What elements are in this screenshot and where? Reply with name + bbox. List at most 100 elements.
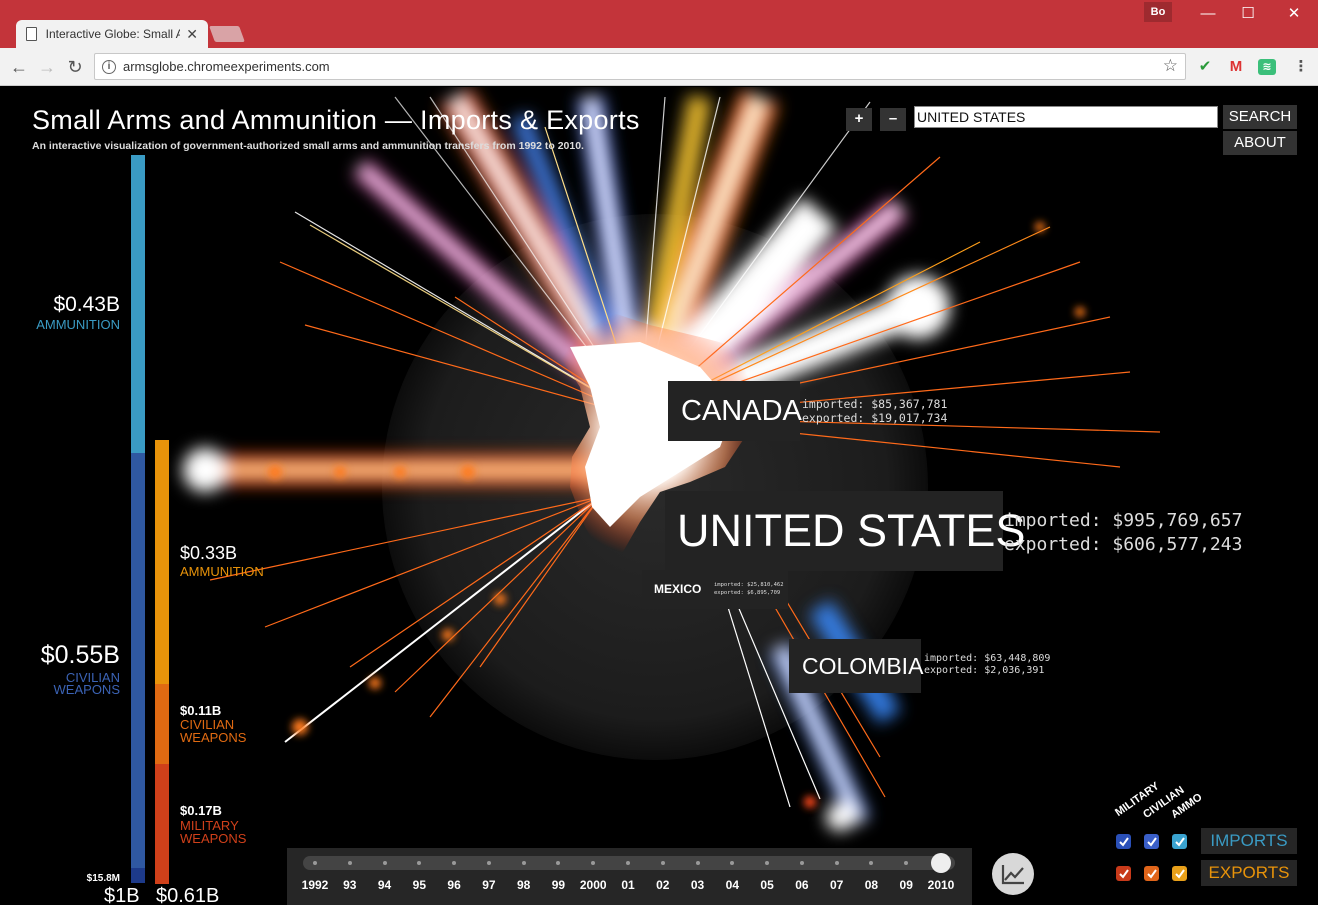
timeline-year-label[interactable]: 04 [715,878,749,892]
exports-ammo-checkbox[interactable] [1172,866,1187,881]
zoom-in-button[interactable]: + [846,108,872,131]
address-url[interactable]: armsglobe.chromeexperiments.com [123,59,330,74]
mexico-imported: imported: $25,810,462 [714,582,784,588]
exports-total-value: $0.61B [156,885,220,905]
timeline-tick[interactable] [347,861,352,865]
timeline-year-label[interactable]: 2010 [924,878,958,892]
timeline-tick[interactable] [695,861,700,865]
timeline-year-label[interactable]: 05 [750,878,784,892]
timeline-tick[interactable] [591,861,596,865]
maximize-button[interactable]: ☐ [1228,3,1268,25]
timeline-year-label[interactable]: 96 [437,878,471,892]
exports-military-label-2: WEAPONS [180,831,247,846]
forward-arrow-icon[interactable]: → [36,56,58,78]
timeline-handle[interactable] [931,853,951,873]
country-label-canada[interactable]: CANADA [668,381,802,441]
timeline-tick[interactable] [452,861,457,865]
usa-exported: exported: $606,577,243 [1004,534,1243,555]
timeline-year-label[interactable]: 07 [820,878,854,892]
close-window-button[interactable]: ✕ [1274,3,1314,25]
timeline-tick[interactable] [904,861,909,865]
timeline-year-label[interactable]: 09 [889,878,923,892]
timeline-year-label[interactable]: 93 [333,878,367,892]
timeline-tick[interactable] [765,861,770,865]
exports-military-checkbox[interactable] [1116,866,1131,881]
colombia-imported: imported: $63,448,809 [924,653,1051,664]
timeline-tick[interactable] [869,861,874,865]
timeline-tick[interactable] [486,861,491,865]
exports-civilian-checkbox[interactable] [1144,866,1159,881]
imports-military-checkbox[interactable] [1116,834,1131,849]
tab-close-icon[interactable]: ✕ [186,26,198,43]
timeline-year-label[interactable]: 03 [681,878,715,892]
imports-ammunition-label: AMMUNITION [36,317,120,332]
timeline-tick[interactable] [626,861,630,865]
exports-bar-segment-2 [155,764,169,884]
timeline-tick[interactable] [313,861,317,865]
soundwave-extension-icon[interactable]: ≋ [1258,59,1276,75]
timeline-year-label[interactable]: 94 [368,878,402,892]
minimize-button[interactable]: — [1188,3,1228,25]
timeline-year-label[interactable]: 97 [472,878,506,892]
imports-bar-segment-2 [131,868,145,883]
timeline-tick[interactable] [730,861,735,865]
imports-bar-segment-1 [131,453,145,868]
timeline-tick[interactable] [556,861,561,865]
reload-icon[interactable]: ↻ [64,56,86,78]
checkmark-extension-icon[interactable]: ✔ [1196,59,1214,75]
imports-civilian-checkbox[interactable] [1144,834,1159,849]
exports-bar-segment-1 [155,684,169,764]
timeline-tick[interactable] [660,861,665,865]
exports-military-value: $0.17B [180,803,222,818]
timeline-year-label[interactable]: 1992 [298,878,332,892]
exports-toggle-button[interactable]: EXPORTS [1201,860,1297,886]
year-timeline[interactable]: 1992 93 94 95 96 97 98 99 2000 01 02 03 04 05 06 07 08 09… [287,848,972,905]
timeline-year-label[interactable]: 2000 [576,878,610,892]
timeline-year-label[interactable]: 06 [785,878,819,892]
timeline-year-label[interactable]: 01 [611,878,645,892]
canada-exported: exported: $19,017,734 [802,411,948,425]
country-label-united-states[interactable]: UNITED STATES [665,491,1025,571]
exports-civilian-label-2: WEAPONS [180,730,247,745]
timeline-year-label[interactable]: 02 [646,878,680,892]
browser-toolbar: ← → ↻ i armsglobe.chromeexperiments.com … [0,48,1318,86]
timeline-tick[interactable] [417,861,422,865]
history-graph-button[interactable] [992,853,1034,895]
country-label-colombia[interactable]: COLOMBIA [789,639,923,693]
imports-bar-segment-0 [131,155,145,453]
address-bar[interactable]: i armsglobe.chromeexperiments.com ☆ [94,53,1186,80]
about-button[interactable]: ABOUT [1223,131,1297,155]
colombia-exported: exported: $2,036,391 [924,665,1045,676]
timeline-year-label[interactable]: 99 [541,878,575,892]
line-graph-icon [1001,865,1024,885]
timeline-year-label[interactable]: 08 [854,878,888,892]
exports-ammunition-label: AMMUNITION [180,564,264,579]
globe-visualization[interactable] [0,87,1318,905]
menu-kebab-icon[interactable]: ⋮ [1292,59,1310,75]
imports-civilian-value: $0.55B [40,641,120,669]
bookmark-star-icon[interactable]: ☆ [1163,56,1178,76]
timeline-tick[interactable] [834,861,839,865]
new-tab-button[interactable] [209,26,245,42]
imports-toggle-button[interactable]: IMPORTS [1201,828,1297,854]
country-search-input[interactable] [914,106,1218,128]
tab-title: Interactive Globe: Small Arms Imports & … [45,27,181,41]
back-arrow-icon[interactable]: ← [8,56,30,78]
timeline-tick[interactable] [521,861,526,865]
timeline-year-label[interactable]: 95 [402,878,436,892]
timeline-tick[interactable] [799,861,804,865]
timeline-track[interactable] [303,853,955,873]
info-icon[interactable]: i [102,60,116,74]
imports-ammo-checkbox[interactable] [1172,834,1187,849]
timeline-year-label[interactable]: 98 [507,878,541,892]
imports-civilian-label-2: WEAPONS [53,682,120,697]
page-title: Small Arms and Ammunition — Imports & Ex… [32,105,640,135]
imports-total-value: $1B [104,885,140,905]
profile-badge[interactable]: Bo [1144,2,1172,22]
gmail-extension-icon[interactable]: M [1227,59,1245,75]
browser-tab[interactable]: Interactive Globe: Small Arms Imports & … [16,20,208,48]
usa-imported: imported: $995,769,657 [1004,510,1243,531]
search-button[interactable]: SEARCH [1223,105,1297,129]
timeline-tick[interactable] [382,861,387,865]
zoom-out-button[interactable]: – [880,108,906,131]
